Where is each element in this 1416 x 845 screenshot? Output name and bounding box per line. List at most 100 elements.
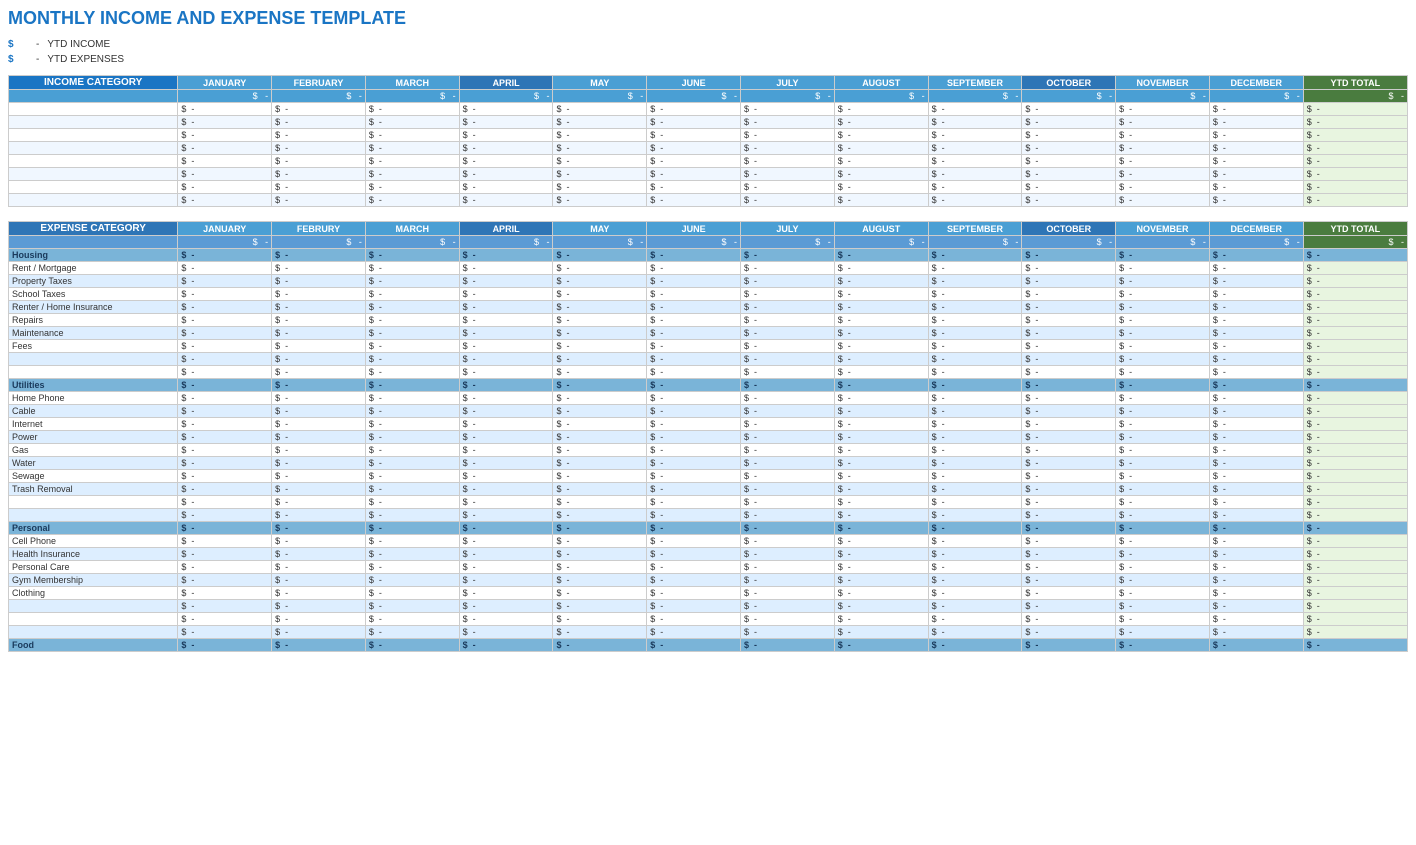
expense-apr-header: APRIL <box>459 222 553 236</box>
expense-row-label[interactable]: Cable <box>9 405 178 418</box>
expense-data-row: Water$ -$ -$ -$ -$ -$ -$ -$ -$ -$ -$ -$ … <box>9 457 1408 470</box>
expense-row-label[interactable]: Fees <box>9 340 178 353</box>
expense-data-row: Cable$ -$ -$ -$ -$ -$ -$ -$ -$ -$ -$ -$ … <box>9 405 1408 418</box>
expense-group-header-row: Personal$ -$ -$ -$ -$ -$ -$ -$ -$ -$ -$ … <box>9 522 1408 535</box>
expense-data-row: $ -$ -$ -$ -$ -$ -$ -$ -$ -$ -$ -$ -$ - <box>9 353 1408 366</box>
expense-row-label[interactable]: Rent / Mortgage <box>9 262 178 275</box>
expense-jul-header: JULY <box>741 222 835 236</box>
income-jul-header: JULY <box>741 76 835 90</box>
income-subheader-ytd: $ - <box>1303 90 1407 103</box>
expense-row-label[interactable]: Personal Care <box>9 561 178 574</box>
expense-group-header-row: Food$ -$ -$ -$ -$ -$ -$ -$ -$ -$ -$ -$ -… <box>9 639 1408 652</box>
expense-row-label[interactable]: Power <box>9 431 178 444</box>
income-may-header: MAY <box>553 76 647 90</box>
expense-data-row: Health Insurance$ -$ -$ -$ -$ -$ -$ -$ -… <box>9 548 1408 561</box>
expense-group-label: Food <box>9 639 178 652</box>
expense-ytd-header: YTD TOTAL <box>1303 222 1407 236</box>
ytd-expense-dash: - <box>36 54 39 65</box>
expense-subheader-aug: $ - <box>834 236 928 249</box>
expense-subheader-may: $ - <box>553 236 647 249</box>
expense-row-label[interactable]: Renter / Home Insurance <box>9 301 178 314</box>
expense-data-row: Personal Care$ -$ -$ -$ -$ -$ -$ -$ -$ -… <box>9 561 1408 574</box>
expense-header-row: EXPENSE CATEGORY JANUARY FEBRURY MARCH A… <box>9 222 1408 236</box>
expense-row-label[interactable]: Internet <box>9 418 178 431</box>
income-row-category[interactable] <box>9 103 178 116</box>
expense-row-label[interactable]: Water <box>9 457 178 470</box>
expense-row-label[interactable]: Cell Phone <box>9 535 178 548</box>
expense-row-label[interactable] <box>9 509 178 522</box>
expense-row-label[interactable]: Repairs <box>9 314 178 327</box>
expense-subheader-row: $ - $ - $ - $ - $ - $ - $ - $ - $ - $ - … <box>9 236 1408 249</box>
income-ytd-header: YTD TOTAL <box>1303 76 1407 90</box>
expense-data-row: Property Taxes$ -$ -$ -$ -$ -$ -$ -$ -$ … <box>9 275 1408 288</box>
income-row-category[interactable] <box>9 129 178 142</box>
income-subheader-oct: $ - <box>1022 90 1116 103</box>
expense-row-label[interactable] <box>9 600 178 613</box>
expense-group-label: Personal <box>9 522 178 535</box>
ytd-income-label: YTD INCOME <box>47 39 110 50</box>
income-aug-header: AUGUST <box>834 76 928 90</box>
expense-row-label[interactable] <box>9 626 178 639</box>
income-subheader-nov: $ - <box>1116 90 1210 103</box>
expense-data-row: $ -$ -$ -$ -$ -$ -$ -$ -$ -$ -$ -$ -$ - <box>9 600 1408 613</box>
income-subheader-row: $ - $ - $ - $ - $ - $ - $ - $ - $ - $ - … <box>9 90 1408 103</box>
expense-subheader-jul: $ - <box>741 236 835 249</box>
income-subheader-jul: $ - <box>741 90 835 103</box>
income-row-category[interactable] <box>9 181 178 194</box>
expense-row-label[interactable] <box>9 613 178 626</box>
income-mar-header: MARCH <box>365 76 459 90</box>
income-data-row: $ -$ -$ -$ -$ -$ -$ -$ -$ -$ -$ -$ -$ - <box>9 194 1408 207</box>
expense-data-row: Internet$ -$ -$ -$ -$ -$ -$ -$ -$ -$ -$ … <box>9 418 1408 431</box>
income-subheader-may: $ - <box>553 90 647 103</box>
expense-row-label[interactable] <box>9 496 178 509</box>
expense-nov-header: NOVEMBER <box>1116 222 1210 236</box>
income-subheader-dec: $ - <box>1209 90 1303 103</box>
expense-row-label[interactable]: Trash Removal <box>9 483 178 496</box>
expense-subheader-feb: $ - <box>272 236 366 249</box>
income-row-category[interactable] <box>9 194 178 207</box>
ytd-expense-dollar: $ <box>8 54 28 65</box>
income-category-header: INCOME CATEGORY <box>9 76 178 90</box>
expense-data-row: Clothing$ -$ -$ -$ -$ -$ -$ -$ -$ -$ -$ … <box>9 587 1408 600</box>
income-row-category[interactable] <box>9 116 178 129</box>
income-subheader-aug: $ - <box>834 90 928 103</box>
expense-feb-header: FEBRURY <box>272 222 366 236</box>
expense-category-header: EXPENSE CATEGORY <box>9 222 178 236</box>
expense-row-label[interactable]: Health Insurance <box>9 548 178 561</box>
expense-group-header-row: Housing$ -$ -$ -$ -$ -$ -$ -$ -$ -$ -$ -… <box>9 249 1408 262</box>
expense-subheader-dec: $ - <box>1209 236 1303 249</box>
income-jun-header: JUNE <box>647 76 741 90</box>
income-header-row: INCOME CATEGORY JANUARY FEBRUARY MARCH A… <box>9 76 1408 90</box>
income-row-category[interactable] <box>9 155 178 168</box>
expense-row-label[interactable]: Gas <box>9 444 178 457</box>
income-sep-header: SEPTEMBER <box>928 76 1022 90</box>
page-title: MONTHLY INCOME AND EXPENSE TEMPLATE <box>8 8 1408 29</box>
expense-subheader-jun: $ - <box>647 236 741 249</box>
income-row-category[interactable] <box>9 142 178 155</box>
expense-jun-header: JUNE <box>647 222 741 236</box>
expense-data-row: Renter / Home Insurance$ -$ -$ -$ -$ -$ … <box>9 301 1408 314</box>
expense-subheader-jan: $ - <box>178 236 272 249</box>
expense-row-label[interactable]: Sewage <box>9 470 178 483</box>
expense-row-label[interactable] <box>9 353 178 366</box>
income-row-category[interactable] <box>9 168 178 181</box>
expense-aug-header: AUGUST <box>834 222 928 236</box>
expense-data-row: $ -$ -$ -$ -$ -$ -$ -$ -$ -$ -$ -$ -$ - <box>9 509 1408 522</box>
income-data-row: $ -$ -$ -$ -$ -$ -$ -$ -$ -$ -$ -$ -$ - <box>9 181 1408 194</box>
expense-row-label[interactable]: Property Taxes <box>9 275 178 288</box>
expense-row-label[interactable]: School Taxes <box>9 288 178 301</box>
income-subheader-jun: $ - <box>647 90 741 103</box>
expense-row-label[interactable]: Gym Membership <box>9 574 178 587</box>
expense-row-label[interactable]: Maintenance <box>9 327 178 340</box>
expense-row-label[interactable]: Home Phone <box>9 392 178 405</box>
expense-group-header-row: Utilities$ -$ -$ -$ -$ -$ -$ -$ -$ -$ -$… <box>9 379 1408 392</box>
expense-row-label[interactable] <box>9 366 178 379</box>
expense-row-label[interactable]: Clothing <box>9 587 178 600</box>
income-table: INCOME CATEGORY JANUARY FEBRUARY MARCH A… <box>8 75 1408 207</box>
ytd-income-dollar: $ <box>8 39 28 50</box>
expense-sep-header: SEPTEMBER <box>928 222 1022 236</box>
expense-data-row: Repairs$ -$ -$ -$ -$ -$ -$ -$ -$ -$ -$ -… <box>9 314 1408 327</box>
expense-data-row: Trash Removal$ -$ -$ -$ -$ -$ -$ -$ -$ -… <box>9 483 1408 496</box>
expense-table: EXPENSE CATEGORY JANUARY FEBRURY MARCH A… <box>8 221 1408 652</box>
expense-may-header: MAY <box>553 222 647 236</box>
